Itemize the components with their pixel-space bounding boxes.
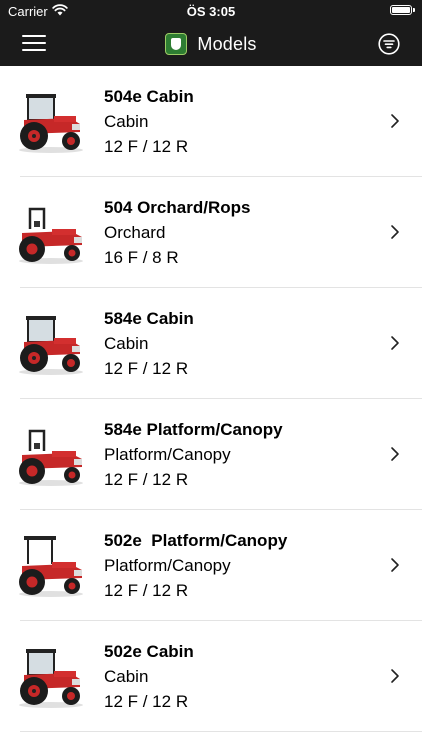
model-text-group: 502e Platform/Canopy Platform/Canopy 12 F … — [104, 530, 287, 603]
model-list-item[interactable]: 504e Cabin Cabin 12 F / 12 R — [19, 66, 422, 177]
tractor-thumbnail — [14, 88, 88, 154]
model-type: Platform/Canopy — [104, 556, 231, 575]
tractor-thumbnail — [14, 310, 88, 376]
tractor-thumbnail — [14, 532, 88, 598]
tractor-thumbnail — [14, 199, 88, 265]
model-name: 502e Cabin — [104, 642, 194, 661]
model-gears: 12 F / 12 R — [104, 359, 189, 378]
model-name: 502e Platform/Canopy — [104, 531, 288, 550]
model-gears: 12 F / 12 R — [104, 137, 189, 156]
model-list-item[interactable]: 502e Platform/Canopy Platform/Canopy 12 F … — [19, 510, 422, 621]
brand-logo-icon — [165, 33, 188, 55]
model-name: 584e Platform/Canopy — [104, 420, 283, 439]
model-gears: 12 F / 12 R — [104, 581, 189, 600]
model-list: 504e Cabin Cabin 12 F / 12 R 504 Orchard/R… — [0, 66, 422, 732]
model-gears: 16 F / 8 R — [104, 248, 179, 267]
filter-icon[interactable] — [378, 33, 400, 55]
model-text-group: 504e Cabin Cabin 12 F / 12 R — [104, 86, 194, 159]
chevron-right-icon — [391, 225, 399, 239]
model-type: Cabin — [104, 667, 149, 686]
model-list-item[interactable]: 584e Cabin Cabin 12 F / 12 R — [19, 288, 422, 399]
model-list-item[interactable]: 584e Platform/Canopy Platform/Canopy 12 F … — [19, 399, 422, 510]
model-type: Cabin — [104, 334, 149, 353]
model-list-item[interactable]: 504 Orchard/Rops Orchard 16 F / 8 R — [19, 177, 422, 288]
chevron-right-icon — [391, 336, 399, 350]
model-gears: 12 F / 12 R — [104, 470, 189, 489]
status-bar: Carrier ÖS 3:05 — [0, 0, 422, 22]
model-name: 584e Cabin — [104, 309, 194, 328]
chevron-right-icon — [391, 114, 399, 128]
model-type: Cabin — [104, 112, 149, 131]
model-name: 504 Orchard/Rops — [104, 198, 251, 217]
chevron-right-icon — [391, 558, 399, 572]
clock: ÖS 3:05 — [186, 4, 236, 19]
model-type: Orchard — [104, 223, 166, 242]
model-list-item[interactable]: 502e Cabin Cabin 12 F / 12 R — [19, 621, 422, 732]
model-text-group: 504 Orchard/Rops Orchard 16 F / 8 R — [104, 197, 250, 270]
tractor-thumbnail — [14, 643, 88, 709]
model-text-group: 502e Cabin Cabin 12 F / 12 R — [104, 641, 194, 714]
battery-icon — [390, 5, 415, 15]
nav-title-group: Models — [0, 22, 422, 66]
model-gears: 12 F / 12 R — [104, 692, 189, 711]
model-text-group: 584e Cabin Cabin 12 F / 12 R — [104, 308, 194, 381]
page-title: Models — [197, 33, 257, 54]
model-name: 504e Cabin — [104, 87, 194, 106]
model-type: Platform/Canopy — [104, 445, 231, 464]
navigation-bar: Models — [0, 22, 422, 66]
chevron-right-icon — [391, 669, 399, 683]
model-text-group: 584e Platform/Canopy Platform/Canopy 12 F … — [104, 419, 283, 492]
tractor-thumbnail — [14, 421, 88, 487]
chevron-right-icon — [391, 447, 399, 461]
